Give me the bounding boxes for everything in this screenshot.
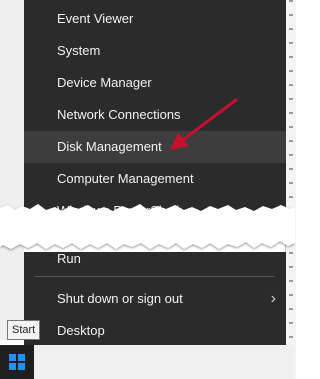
annotation-arrow-icon <box>170 98 238 150</box>
start-tooltip: Start <box>7 320 41 340</box>
start-button[interactable] <box>0 345 34 379</box>
taskbar <box>0 345 295 379</box>
windows-logo-icon <box>9 354 25 370</box>
